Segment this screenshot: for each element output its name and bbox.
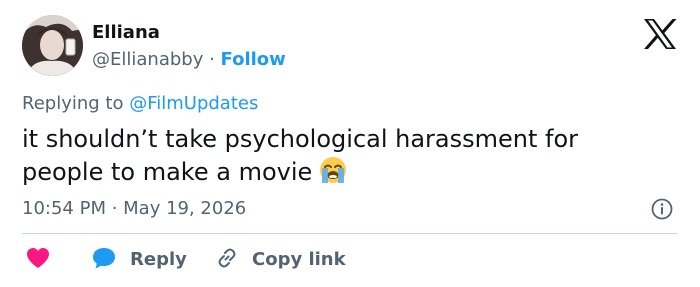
x-logo-icon[interactable] (643, 19, 677, 49)
heart-icon (26, 247, 50, 273)
follow-button[interactable]: Follow (221, 49, 286, 70)
tweet-timestamp[interactable]: 10:54 PM · May 19, 2026 (22, 198, 246, 220)
reply-label: Reply (130, 249, 187, 270)
author-handle-line: @Ellianabby · Follow (92, 49, 286, 71)
divider (22, 233, 678, 234)
replying-prefix: Replying to (22, 93, 130, 114)
tweet-body: it shouldn’t take psychological harassme… (22, 125, 579, 186)
replying-to: Replying to @FilmUpdates (22, 93, 258, 115)
author-handle[interactable]: @Ellianabby (92, 49, 203, 70)
replying-handle[interactable]: @FilmUpdates (129, 93, 258, 114)
copy-link-label: Copy link (252, 249, 346, 270)
reply-button[interactable]: Reply (92, 248, 187, 272)
tweet-text: it shouldn’t take psychological harassme… (22, 124, 662, 193)
separator-dot: · (203, 49, 221, 70)
avatar[interactable] (22, 15, 83, 76)
like-button[interactable] (26, 248, 50, 272)
author-name[interactable]: Elliana (92, 22, 160, 44)
reply-bubble-icon (92, 247, 116, 273)
loudly-crying-face-icon (318, 155, 348, 193)
link-icon (215, 246, 239, 274)
copy-link-button[interactable]: Copy link (215, 248, 346, 272)
info-icon[interactable] (651, 198, 673, 220)
